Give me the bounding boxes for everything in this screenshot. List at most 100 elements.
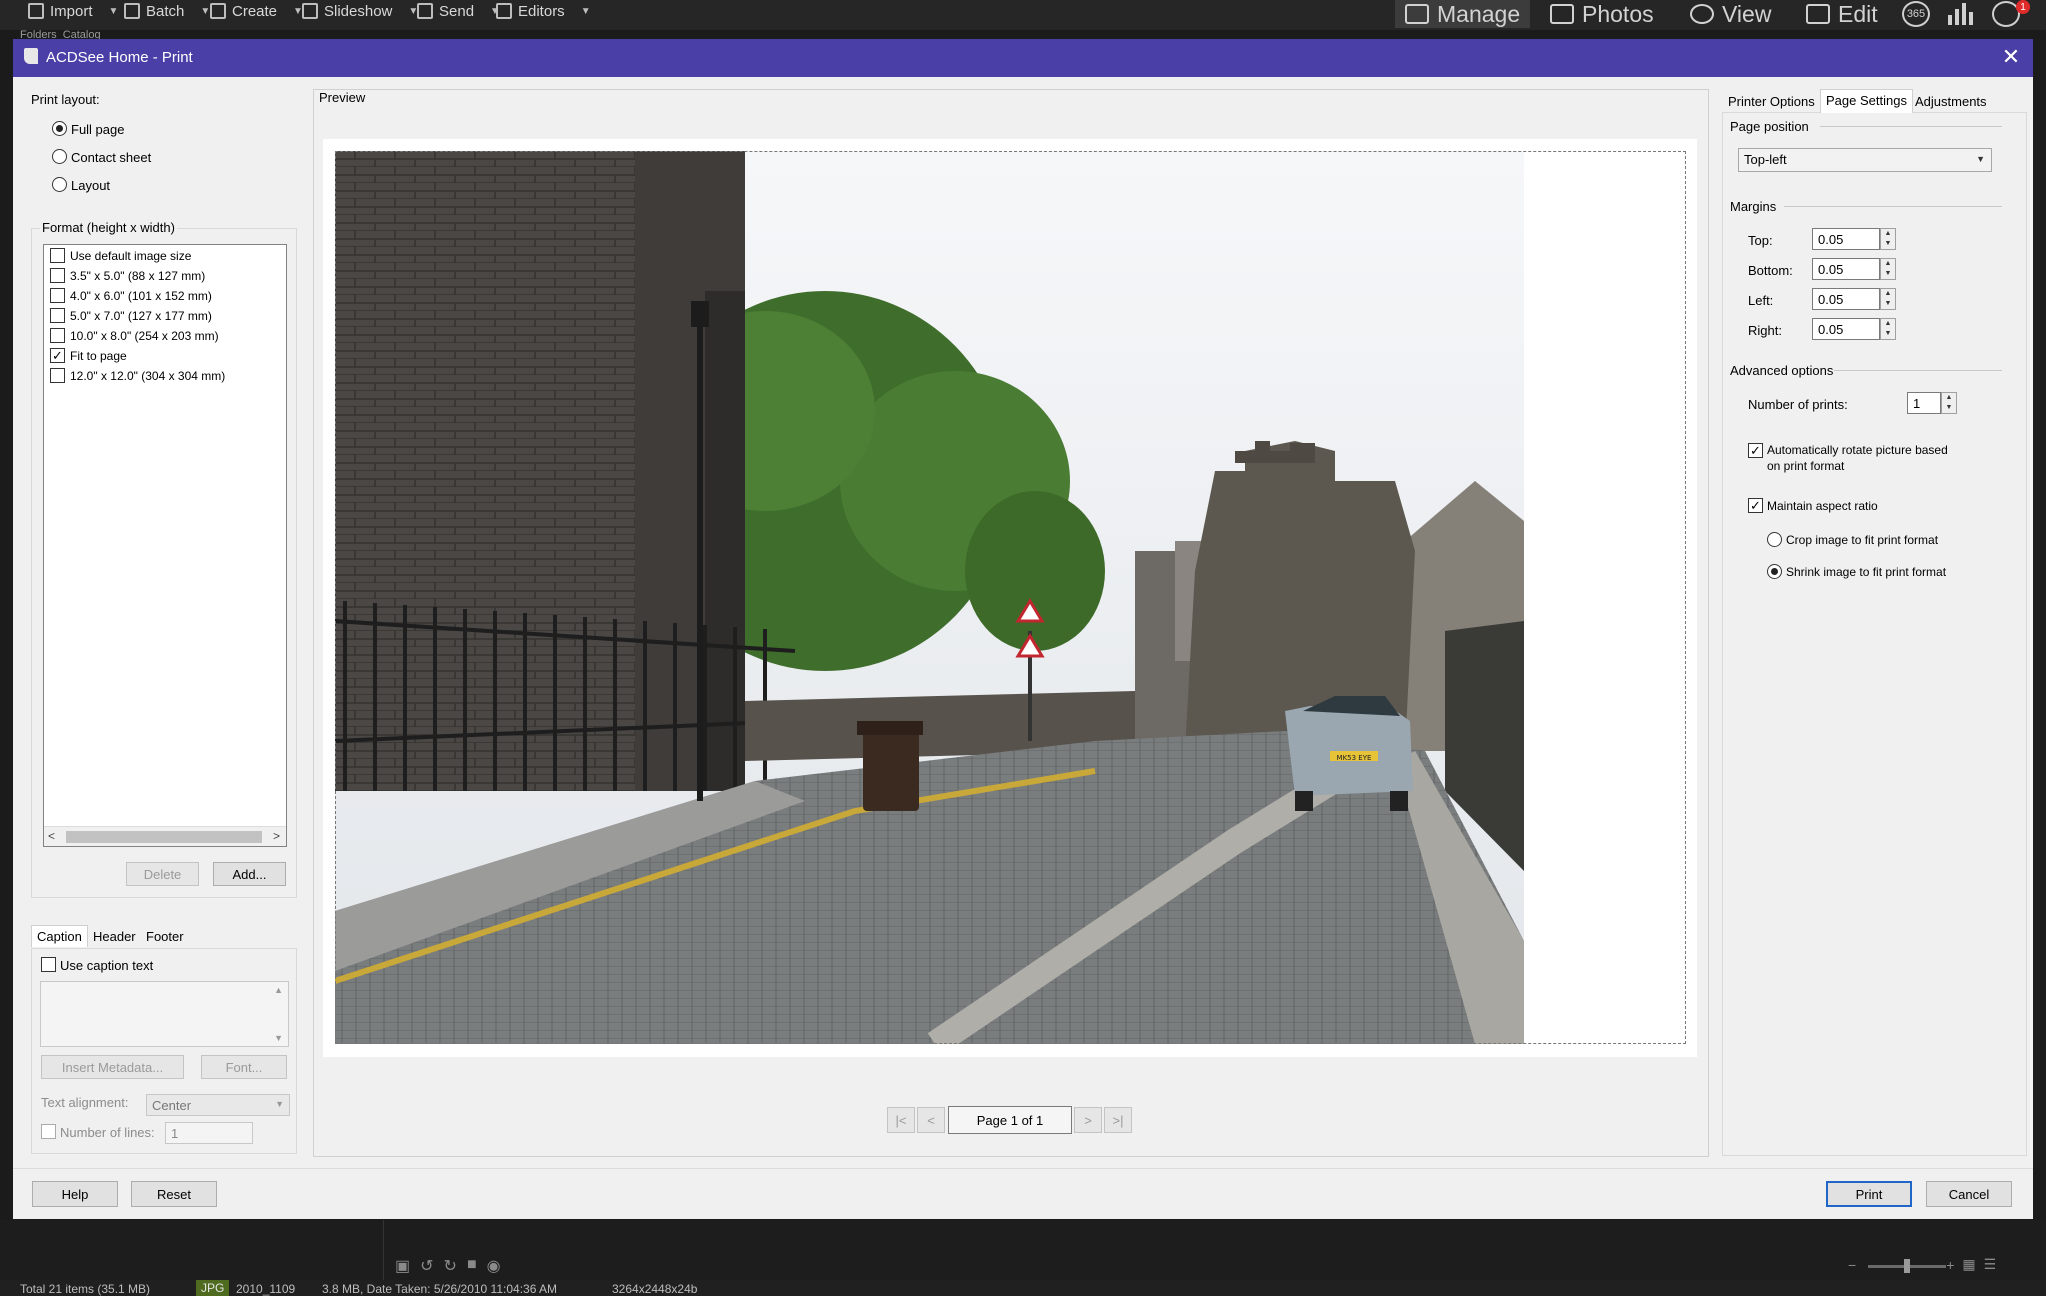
add-button[interactable]: Add... [213,862,286,886]
format-checkbox[interactable] [50,368,65,383]
margin-top-input[interactable]: 0.05 [1812,228,1880,250]
365-label: 365 [1906,8,1926,20]
save-icon[interactable]: ▣ [395,1256,410,1276]
zoom-out-icon[interactable]: − [1848,1257,1856,1273]
maintain-aspect-checkbox[interactable]: ✓ [1748,498,1763,513]
scrollbar-thumb[interactable] [66,831,262,843]
batch-menu[interactable]: Batch ▼ [124,0,210,22]
tab-adjustments[interactable]: Adjustments [1910,91,1992,113]
horizontal-scrollbar[interactable]: < > [44,826,286,846]
editors-menu[interactable]: Editors ▼ [496,0,591,22]
advanced-options-label: Advanced options [1730,363,1834,378]
format-item[interactable]: Use default image size [70,249,191,263]
format-item[interactable]: 4.0" x 6.0" (101 x 152 mm) [70,289,212,303]
rotate-right-icon[interactable]: ↻ [444,1256,457,1276]
slideshow-menu[interactable]: Slideshow ▼ [302,0,418,22]
page-position-select[interactable]: Top-left ▼ [1738,148,1992,172]
format-item[interactable]: 10.0" x 8.0" (254 x 203 mm) [70,329,219,343]
layout-radio[interactable] [52,177,67,192]
margin-right-spinner[interactable]: ▲ ▼ [1880,318,1896,340]
tab-caption[interactable]: Caption [31,925,88,947]
margin-right-input[interactable]: 0.05 [1812,318,1880,340]
create-label: Create [232,2,278,20]
margin-bottom-spinner[interactable]: ▲ ▼ [1880,258,1896,280]
scroll-right-icon[interactable]: > [273,829,280,843]
margins-label: Margins [1730,199,1777,214]
mode-view[interactable]: View [1680,0,1781,28]
format-checkbox[interactable] [50,328,65,343]
mode-manage[interactable]: Manage [1395,0,1531,28]
number-of-lines-checkbox[interactable] [41,1124,56,1139]
play-icon[interactable]: ◉ [487,1256,501,1276]
frame-icon[interactable]: ■ [467,1256,477,1276]
insert-metadata-button[interactable]: Insert Metadata... [41,1055,184,1079]
format-item[interactable]: Fit to page [70,349,127,363]
number-of-prints-label: Number of prints: [1748,397,1848,412]
format-label: Format (height x width) [40,220,177,235]
tab-footer[interactable]: Footer [141,926,189,948]
number-of-lines-input[interactable]: 1 [165,1122,253,1144]
app-bottom-area: ▣ ↺ ↻ ■ ◉ − + ▦ ☰ [0,1220,2046,1280]
365-icon[interactable]: 365 [1902,1,1930,27]
mode-photos-label: Photos [1582,0,1654,27]
zoom-slider-thumb[interactable] [1904,1259,1910,1273]
tab-page-settings[interactable]: Page Settings [1820,89,1913,113]
full-page-radio[interactable] [52,121,67,136]
photos-icon [1550,4,1574,24]
margin-left-input[interactable]: 0.05 [1812,288,1880,310]
pane-divider [383,1220,384,1280]
thumbnail-view-icon[interactable]: ▦ [1962,1256,1975,1273]
format-item[interactable]: 3.5" x 5.0" (88 x 127 mm) [70,269,205,283]
contact-sheet-radio[interactable] [52,149,67,164]
editors-label: Editors [518,2,565,20]
send-icon [417,3,433,19]
cancel-button[interactable]: Cancel [1926,1181,2012,1207]
format-checkbox[interactable] [50,268,65,283]
full-page-label: Full page [71,122,125,137]
number-of-prints-input[interactable]: 1 [1907,392,1941,414]
rotate-left-icon[interactable]: ↺ [420,1256,433,1276]
font-button[interactable]: Font... [201,1055,287,1079]
zoom-controls: − + ▦ ☰ [1848,1256,1996,1273]
import-menu[interactable]: Import ▼ [28,0,118,22]
next-page-button[interactable]: > [1074,1107,1102,1133]
print-button[interactable]: Print [1826,1181,1912,1207]
margin-bottom-input[interactable]: 0.05 [1812,258,1880,280]
close-icon[interactable]: ✕ [1999,45,2023,69]
format-checkbox[interactable] [50,248,65,263]
chevron-down-icon: ▼ [200,5,211,17]
tab-printer-options[interactable]: Printer Options [1723,91,1820,113]
chevron-down-icon: ▼ [1976,154,1985,164]
format-checkbox-checked[interactable]: ✓ [50,348,65,363]
delete-button[interactable]: Delete [126,862,199,886]
format-item[interactable]: 12.0" x 12.0" (304 x 304 mm) [70,369,225,383]
caption-textarea[interactable]: ▲ ▼ [40,981,289,1047]
last-page-button[interactable]: >| [1104,1107,1132,1133]
create-menu[interactable]: Create ▼ [210,0,303,22]
format-item[interactable]: 5.0" x 7.0" (127 x 177 mm) [70,309,212,323]
auto-rotate-checkbox[interactable]: ✓ [1748,443,1763,458]
mode-photos[interactable]: Photos [1540,0,1664,28]
send-menu[interactable]: Send ▼ [417,0,500,22]
auto-rotate-label: Automatically rotate picture based [1767,443,1948,457]
zoom-in-icon[interactable]: + [1946,1257,1954,1273]
margin-left-spinner[interactable]: ▲ ▼ [1880,288,1896,310]
previous-page-button[interactable]: < [917,1107,945,1133]
help-button[interactable]: Help [32,1181,118,1207]
crop-radio[interactable] [1767,532,1782,547]
format-checkbox[interactable] [50,288,65,303]
text-alignment-select[interactable]: Center ▼ [146,1094,290,1116]
stats-icon[interactable] [1948,3,1974,25]
format-checkbox[interactable] [50,308,65,323]
scroll-left-icon[interactable]: < [48,829,55,843]
tab-header[interactable]: Header [88,926,141,948]
details-view-icon[interactable]: ☰ [1984,1256,1997,1273]
number-of-prints-spinner[interactable]: ▲ ▼ [1941,392,1957,414]
status-total: Total 21 items (35.1 MB) [20,1282,151,1296]
use-caption-checkbox[interactable] [41,957,56,972]
shrink-radio[interactable] [1767,564,1782,579]
mode-edit[interactable]: Edit [1796,0,1888,28]
first-page-button[interactable]: |< [887,1107,915,1133]
margin-top-spinner[interactable]: ▲ ▼ [1880,228,1896,250]
reset-button[interactable]: Reset [131,1181,217,1207]
